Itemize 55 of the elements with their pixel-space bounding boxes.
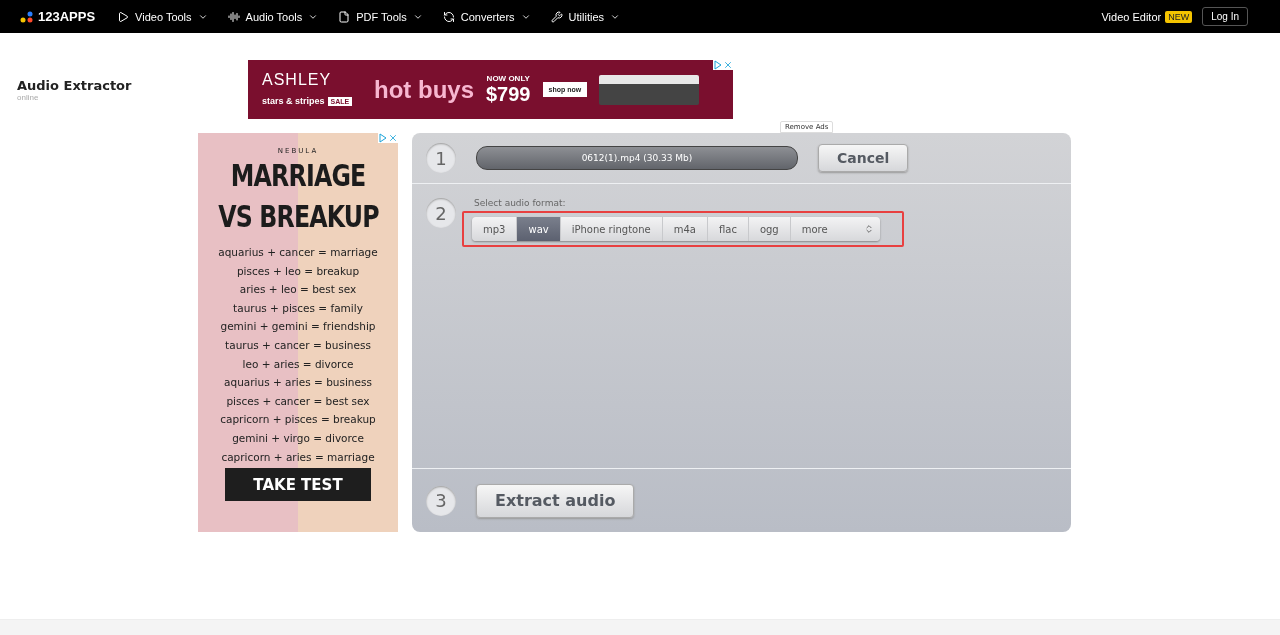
close-icon[interactable] xyxy=(388,133,398,143)
close-icon[interactable] xyxy=(723,60,733,70)
updown-icon xyxy=(863,224,874,234)
audio-icon xyxy=(227,10,240,23)
ad-text-line: gemini + gemini = friendship xyxy=(220,319,376,335)
ad-text-line: gemini + virgo = divorce xyxy=(232,430,364,446)
take-test-button[interactable]: TAKE TEST xyxy=(225,468,371,502)
side-ad[interactable] xyxy=(198,133,398,532)
extract-audio-button[interactable]: Extract audio xyxy=(476,483,635,518)
nav-menu[interactable]: Video Tools xyxy=(117,10,208,23)
format-option[interactable]: iPhone ringtone xyxy=(560,217,663,241)
step-number: 2 xyxy=(426,198,456,228)
ad-headline: VS BREAKUP xyxy=(217,197,379,236)
new-badge: NEW xyxy=(1165,10,1193,23)
ad-headline: MARRIAGE xyxy=(230,156,366,195)
ad-price: $799 xyxy=(486,82,531,106)
ad-info-icon[interactable] xyxy=(713,60,723,70)
step-number: 3 xyxy=(426,485,456,516)
format-label: Select audio format: xyxy=(474,198,567,208)
cancel-button[interactable]: Cancel xyxy=(818,144,909,172)
ad-text-line: pisces + leo = breakup xyxy=(236,263,360,279)
nav-menu[interactable]: Utilities xyxy=(550,10,621,23)
video-icon xyxy=(117,10,130,23)
step-number: 1 xyxy=(426,143,456,173)
ad-text-line: leo + aries = divorce xyxy=(242,356,354,372)
ad-text-line: taurus + pisces = family xyxy=(233,300,363,316)
ad-text-line: capricorn + pisces = breakup xyxy=(220,412,376,428)
ad-text-line: taurus + cancer = business xyxy=(225,337,371,353)
ad-brand: ASHLEY xyxy=(262,71,333,89)
format-option[interactable]: m4a xyxy=(662,217,708,241)
logo[interactable]: 123APPS xyxy=(20,9,96,24)
ad-text-line: aquarius + aries = business xyxy=(224,375,372,391)
format-option[interactable]: ogg xyxy=(748,217,791,241)
ad-headline: hot buys xyxy=(374,75,474,104)
ad-text-line: aquarius + cancer = marriage xyxy=(218,245,378,260)
tool-title: Audio Extractor xyxy=(17,77,133,93)
video-editor-link[interactable]: Video Editor xyxy=(1101,10,1162,23)
tool-subtitle: online xyxy=(17,92,40,102)
format-option[interactable]: wav xyxy=(517,217,561,241)
dots-logo-icon xyxy=(20,10,34,23)
nav-menu[interactable]: PDF Tools xyxy=(338,10,423,23)
price-note: NOW ONLY xyxy=(486,73,530,83)
nav-menu[interactable]: Converters xyxy=(442,10,531,23)
login-button[interactable]: Log In xyxy=(1202,7,1248,26)
utilities-icon xyxy=(550,10,563,23)
more-dropdown[interactable]: more xyxy=(790,217,880,241)
ad-tagline: stars & stripes xyxy=(262,96,325,106)
ad-text-line: pisces + cancer = best sex xyxy=(226,393,370,409)
pdf-icon xyxy=(338,10,351,23)
file-name-bar: 0612(1).mp4 (30.33 Mb) xyxy=(476,146,798,170)
ad-text-line: capricorn + aries = marriage xyxy=(221,449,375,465)
format-option[interactable]: flac xyxy=(707,217,749,241)
ad-text-line: aries + leo = best sex xyxy=(239,282,357,298)
nav-menu[interactable]: Audio Tools xyxy=(227,10,319,23)
ad-info-icon[interactable] xyxy=(378,133,388,143)
